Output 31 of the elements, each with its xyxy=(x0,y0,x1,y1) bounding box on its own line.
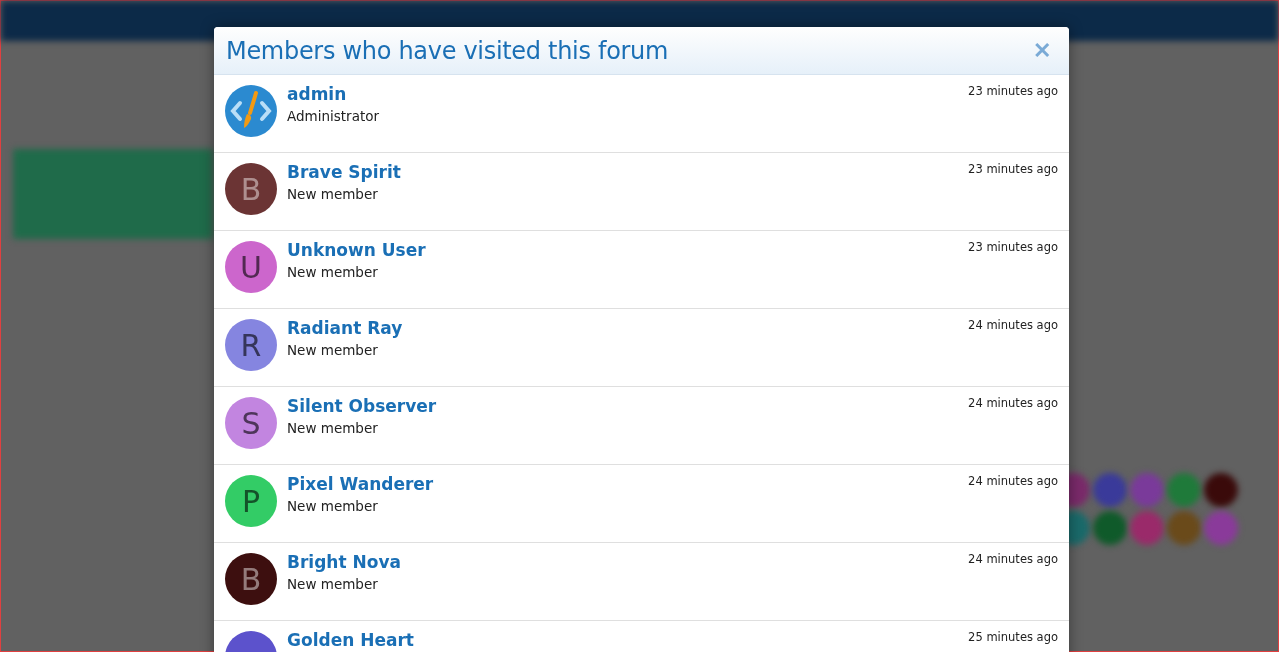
letter-avatar[interactable]: S xyxy=(225,397,277,449)
member-name-link[interactable]: Brave Spirit xyxy=(287,163,969,183)
member-role: Administrator xyxy=(287,107,381,124)
brush-code-logo-icon xyxy=(225,85,277,137)
member-role: New member xyxy=(287,497,379,514)
member-name-link[interactable]: admin xyxy=(287,85,969,105)
member-role: New member xyxy=(287,341,379,358)
visit-time: 24 minutes ago xyxy=(968,397,1058,411)
visit-time: 24 minutes ago xyxy=(968,319,1058,333)
member-name-link[interactable]: Radiant Ray xyxy=(287,319,969,339)
visit-time: 23 minutes ago xyxy=(968,241,1058,255)
letter-avatar[interactable]: R xyxy=(225,319,277,371)
visit-time: 24 minutes ago xyxy=(968,553,1058,567)
letter-avatar[interactable]: P xyxy=(225,475,277,527)
member-role: New member xyxy=(287,263,379,280)
member-name-link[interactable]: Pixel Wanderer xyxy=(287,475,969,495)
letter-avatar[interactable]: U xyxy=(225,241,277,293)
letter-avatar[interactable]: B xyxy=(225,553,277,605)
member-role: New member xyxy=(287,575,379,592)
letter-avatar[interactable]: B xyxy=(225,163,277,215)
member-role: New member xyxy=(287,185,379,202)
member-role: New member xyxy=(287,419,379,436)
visit-time: 25 minutes ago xyxy=(968,631,1058,645)
member-name-link[interactable]: Silent Observer xyxy=(287,397,969,417)
visit-time: 23 minutes ago xyxy=(968,85,1058,99)
member-name-link[interactable]: Unknown User xyxy=(287,241,969,261)
visit-time: 23 minutes ago xyxy=(968,163,1058,177)
member-name-link[interactable]: Bright Nova xyxy=(287,553,969,573)
dialog-title: Members who have visited this forum xyxy=(226,36,669,65)
member-name-link[interactable]: Golden Heart xyxy=(287,631,969,651)
visit-time: 24 minutes ago xyxy=(968,475,1058,489)
